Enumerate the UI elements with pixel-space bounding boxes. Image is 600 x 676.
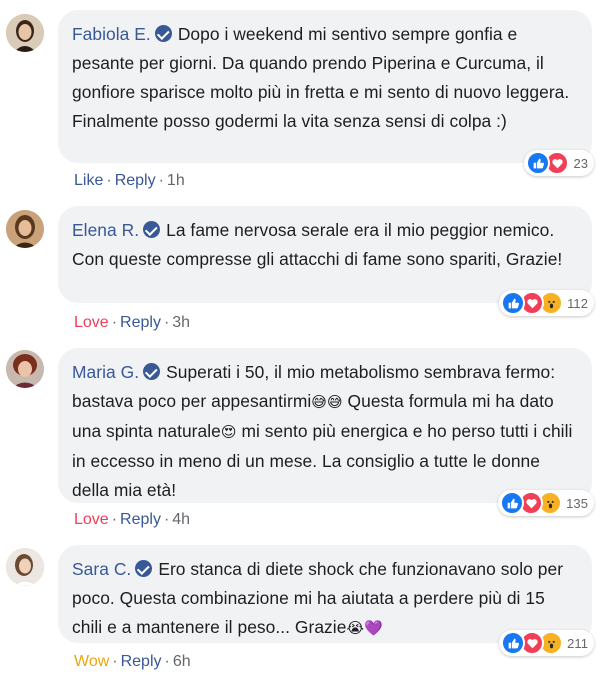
emoji: 😅😅	[311, 394, 343, 411]
like-reaction-icon	[501, 631, 526, 655]
reactions-summary[interactable]: 135	[498, 490, 594, 516]
separator: ·	[111, 511, 118, 528]
comment-actions: Love · Reply · 4h	[74, 511, 190, 529]
comment-bubble: Elena R. La fame nervosa serale era il mi…	[58, 206, 594, 316]
timestamp[interactable]: 6h	[173, 653, 191, 670]
separator: ·	[111, 314, 118, 331]
separator: ·	[112, 653, 118, 670]
love-link[interactable]: Love	[74, 314, 109, 331]
comment-bubble: Maria G. Superati i 50, il mio metabolism…	[58, 348, 594, 516]
avatar[interactable]	[6, 548, 44, 586]
reaction-count: 112	[567, 295, 588, 311]
comment-bubble: Sara C. Ero stanca di diete shock che fun…	[58, 545, 594, 656]
comment-actions: Like · Reply · 1h	[74, 172, 185, 190]
love-link[interactable]: Love	[74, 511, 109, 528]
separator: ·	[163, 314, 170, 331]
reaction-count: 135	[566, 495, 588, 511]
emoji: 😍	[220, 424, 237, 441]
comment-author[interactable]: Maria G.	[72, 362, 139, 382]
avatar[interactable]	[6, 350, 44, 388]
verified-badge-icon	[143, 221, 161, 238]
reply-link[interactable]: Reply	[120, 314, 161, 331]
reply-link[interactable]: Reply	[121, 653, 162, 670]
verified-badge-icon	[135, 560, 153, 577]
avatar[interactable]	[6, 210, 44, 248]
emoji: 😭💜	[346, 620, 383, 637]
wow-link[interactable]: Wow	[74, 653, 109, 670]
reaction-count: 23	[573, 155, 588, 171]
comment-actions: Love · Reply · 3h	[74, 314, 190, 332]
timestamp[interactable]: 3h	[172, 314, 190, 331]
avatar[interactable]	[6, 14, 44, 52]
comment-author[interactable]: Elena R.	[72, 220, 139, 240]
like-reaction-icon	[526, 151, 551, 175]
timestamp[interactable]: 1h	[167, 172, 185, 189]
separator: ·	[163, 511, 170, 528]
like-link[interactable]: Like	[74, 172, 103, 189]
separator: ·	[164, 653, 170, 670]
like-reaction-icon	[501, 291, 526, 315]
comment-author[interactable]: Sara C.	[72, 559, 131, 579]
comment-actions: Wow · Reply · 6h	[74, 653, 191, 671]
verified-badge-icon	[143, 363, 161, 380]
reply-link[interactable]: Reply	[120, 511, 161, 528]
separator: ·	[158, 172, 164, 189]
reactions-summary[interactable]: 23	[524, 150, 594, 176]
reactions-summary[interactable]: 112	[499, 290, 594, 316]
separator: ·	[106, 172, 112, 189]
comment-bubble: Fabiola E. Dopo i weekend mi sentivo semp…	[58, 10, 594, 176]
verified-badge-icon	[154, 25, 172, 42]
reply-link[interactable]: Reply	[115, 172, 156, 189]
comment-author[interactable]: Fabiola E.	[72, 24, 151, 44]
reactions-summary[interactable]: 211	[499, 630, 594, 656]
reaction-count: 211	[567, 635, 588, 651]
like-reaction-icon	[500, 491, 525, 515]
timestamp[interactable]: 4h	[172, 511, 190, 528]
